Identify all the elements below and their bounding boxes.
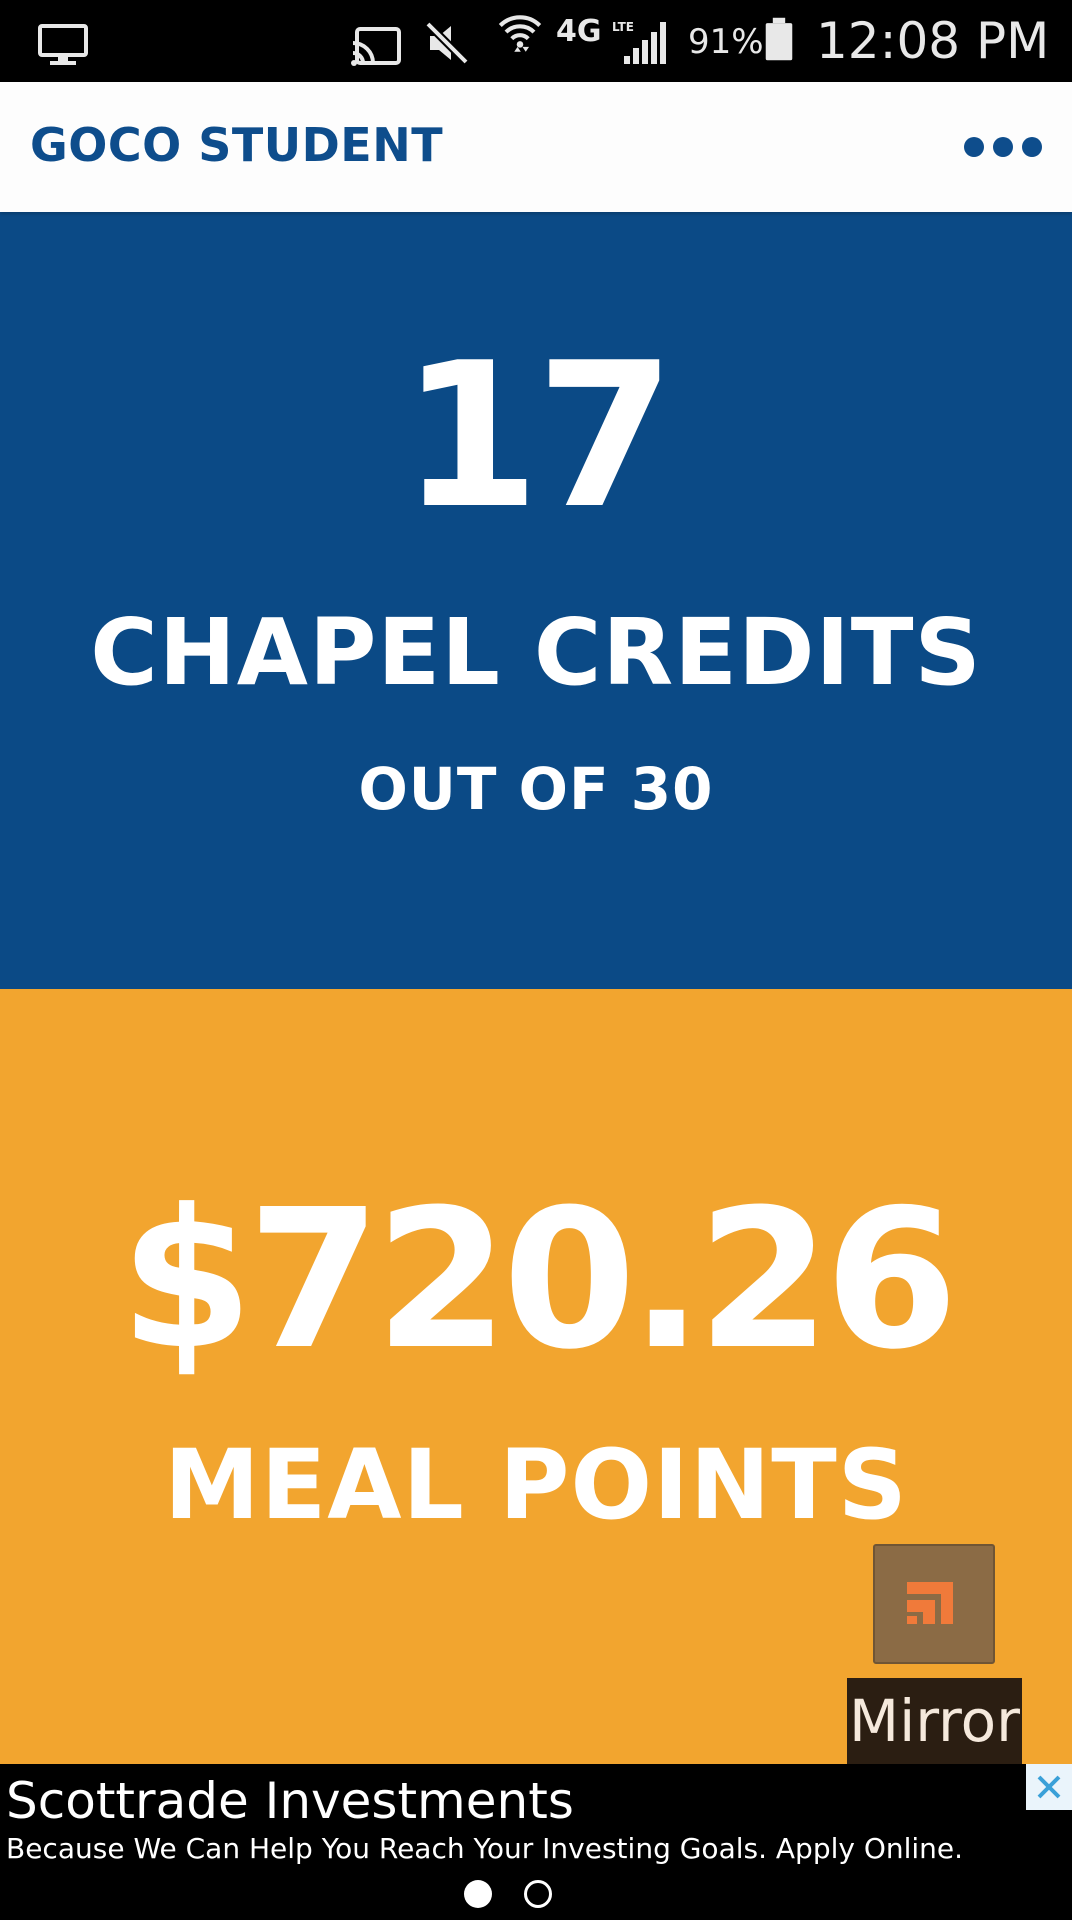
ad-banner[interactable]: Scottrade Investments Because We Can Hel…	[0, 1764, 1072, 1920]
app-title: GOCO STUDENT	[30, 118, 444, 172]
clock: 12:08 PM	[816, 12, 1050, 70]
cast-icon	[351, 27, 401, 66]
app-header: GOCO STUDENT	[0, 82, 1072, 212]
battery-icon	[765, 17, 793, 61]
chapel-credits-label: CHAPEL CREDITS	[90, 599, 982, 706]
more-dots-icon[interactable]	[964, 122, 1042, 172]
signal-icon	[624, 22, 666, 64]
chapel-credits-count: 17	[400, 320, 675, 553]
wifi-icon	[498, 15, 542, 52]
battery-percent: 91%	[688, 22, 764, 62]
ad-page-indicator	[464, 1878, 556, 1910]
page-dot-inactive[interactable]	[524, 1880, 552, 1908]
mute-icon	[425, 21, 469, 65]
ad-description[interactable]: Because We Can Help You Reach Your Inves…	[6, 1832, 963, 1865]
mirror-app-icon	[907, 1582, 953, 1624]
mirror-button[interactable]	[873, 1544, 995, 1664]
menu-dot	[964, 137, 984, 157]
chapel-credits-total: OUT OF 30	[358, 755, 714, 823]
ad-title[interactable]: Scottrade Investments	[6, 1772, 574, 1830]
desktop-icon	[38, 24, 88, 65]
chapel-credits-panel[interactable]: 17 CHAPEL CREDITS OUT OF 30	[0, 212, 1072, 989]
mirror-label[interactable]: Mirror	[847, 1678, 1022, 1764]
meal-points-label: MEAL POINTS	[164, 1429, 908, 1541]
meal-points-amount: $720.26	[119, 1169, 959, 1392]
menu-dot	[993, 137, 1013, 157]
menu-dot	[1022, 137, 1042, 157]
page-dot-active[interactable]	[464, 1880, 492, 1908]
status-bar: 4G LTE 91% 12:08 PM	[0, 0, 1072, 82]
close-icon[interactable]	[1026, 1764, 1072, 1810]
close-x-glyph	[1037, 1775, 1061, 1799]
